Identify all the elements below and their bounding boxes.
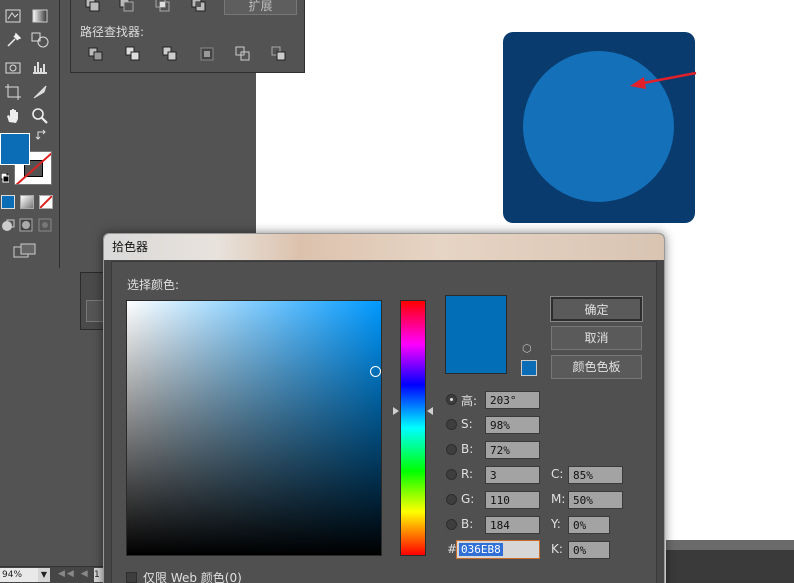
hue-field[interactable]: 203° (485, 391, 540, 409)
draw-inside-icon[interactable] (37, 217, 53, 233)
blue-radio[interactable] (446, 519, 457, 530)
exclude-icon[interactable] (191, 0, 207, 12)
trim-icon[interactable] (125, 46, 141, 62)
screen-mode-icon[interactable] (12, 242, 38, 260)
brightness-field[interactable]: 72% (485, 441, 540, 459)
green-row: G: 110 (446, 491, 546, 509)
red-arrow-annotation (630, 71, 697, 89)
symbol-sprayer-icon[interactable] (2, 6, 24, 26)
toolbox (0, 0, 60, 268)
saturation-brightness-field[interactable] (126, 300, 382, 556)
page-nav-arrows[interactable]: ◀◀ ◀ (58, 569, 90, 579)
black-label: K: (551, 542, 563, 556)
blue-label: B: (461, 517, 474, 531)
hex-value: 036EB8 (459, 543, 503, 556)
unite-icon[interactable] (85, 0, 101, 12)
intersect-icon[interactable] (155, 0, 171, 12)
hand-icon[interactable] (2, 106, 24, 126)
gradient-mode-icon[interactable] (20, 195, 34, 209)
cube-icon: ⬡ (522, 342, 532, 355)
draw-normal-icon[interactable] (0, 217, 16, 233)
blend-icon[interactable] (29, 30, 51, 50)
cyan-field[interactable]: 85% (568, 466, 623, 484)
green-radio[interactable] (446, 494, 457, 505)
hue-label: 高: (461, 394, 478, 408)
outline-icon[interactable] (235, 46, 251, 62)
ok-button[interactable]: 确定 (550, 296, 643, 322)
hue-row: 高: 203° (446, 391, 546, 409)
magenta-row: M: 50% (551, 491, 631, 509)
hue-slider[interactable] (400, 300, 426, 556)
web-only-checkbox[interactable] (126, 572, 137, 583)
black-field[interactable]: 0% (568, 541, 610, 559)
red-field[interactable]: 3 (485, 466, 540, 484)
camera-icon[interactable] (2, 57, 24, 77)
magenta-field[interactable]: 50% (568, 491, 623, 509)
color-marker[interactable] (370, 366, 381, 377)
saturation-field[interactable]: 98% (485, 416, 540, 434)
select-color-label: 选择颜色: (127, 278, 180, 292)
yellow-label: Y: (551, 517, 561, 531)
pathfinder-label: 路径查找器: (80, 25, 145, 39)
yellow-row: Y: 0% (551, 516, 631, 534)
pathfinder-panel: 扩展 路径查找器: (70, 0, 305, 73)
minus-front-icon[interactable] (119, 0, 135, 12)
hex-field[interactable]: 036EB8 (456, 540, 540, 559)
black-row: K: 0% (551, 541, 631, 559)
red-radio[interactable] (446, 469, 457, 480)
graph-icon[interactable] (29, 57, 51, 77)
merge-icon[interactable] (162, 46, 178, 62)
none-icon[interactable] (39, 195, 53, 209)
yellow-field[interactable]: 0% (568, 516, 610, 534)
cyan-label: C: (551, 467, 564, 481)
minus-back-icon[interactable] (271, 46, 287, 62)
dialog-title[interactable]: 拾色器 (104, 234, 664, 260)
crop-icon[interactable] (199, 46, 215, 62)
color-picker-dialog: 拾色器 选择颜色: ⬡ 确定 取消 颜色色板 高: 203° S: 98% B:… (103, 233, 665, 583)
slice-icon[interactable] (29, 82, 51, 102)
hue-slider-handle-right[interactable] (427, 407, 433, 415)
default-colors-icon[interactable] (0, 172, 10, 184)
artboard-icon[interactable] (2, 82, 24, 102)
divide-icon[interactable] (88, 46, 104, 62)
color-swatches-button[interactable]: 颜色色板 (551, 355, 642, 379)
swap-icon[interactable] (34, 128, 50, 142)
brightness-radio[interactable] (446, 444, 457, 455)
saturation-row: S: 98% (446, 416, 546, 434)
status-bar: 94% ▼ ◀◀ ◀ 1 (0, 566, 104, 583)
green-label: G: (461, 492, 475, 506)
brightness-label: B: (461, 442, 474, 456)
zoom-icon[interactable] (29, 106, 51, 126)
color-mode-icon[interactable] (1, 195, 15, 209)
web-only-label: 仅限 Web 颜色(0) (143, 571, 242, 583)
fill-swatch[interactable] (0, 133, 30, 165)
web-safe-swatch[interactable] (521, 360, 537, 376)
cancel-button[interactable]: 取消 (551, 326, 642, 350)
green-field[interactable]: 110 (485, 491, 540, 509)
magenta-label: M: (551, 492, 566, 506)
saturation-label: S: (461, 417, 473, 431)
blue-field[interactable]: 184 (485, 516, 540, 534)
hue-radio[interactable] (446, 394, 457, 405)
color-preview (445, 295, 507, 374)
web-only-option[interactable]: 仅限 Web 颜色(0) (126, 569, 242, 583)
brightness-row: B: 72% (446, 441, 546, 459)
workspace-edge (666, 540, 794, 583)
red-label: R: (461, 467, 474, 481)
hue-slider-handle-left[interactable] (393, 407, 399, 415)
expand-button[interactable]: 扩展 (224, 0, 297, 15)
red-row: R: 3 (446, 466, 546, 484)
saturation-radio[interactable] (446, 419, 457, 430)
hex-row: # 036EB8 (446, 540, 556, 559)
eyedropper-icon[interactable] (2, 30, 24, 50)
blue-row: B: 184 (446, 516, 546, 534)
gradient-icon[interactable] (29, 6, 51, 26)
chevron-down-icon[interactable]: ▼ (38, 568, 50, 582)
cyan-row: C: 85% (551, 466, 631, 484)
draw-behind-icon[interactable] (18, 217, 34, 233)
